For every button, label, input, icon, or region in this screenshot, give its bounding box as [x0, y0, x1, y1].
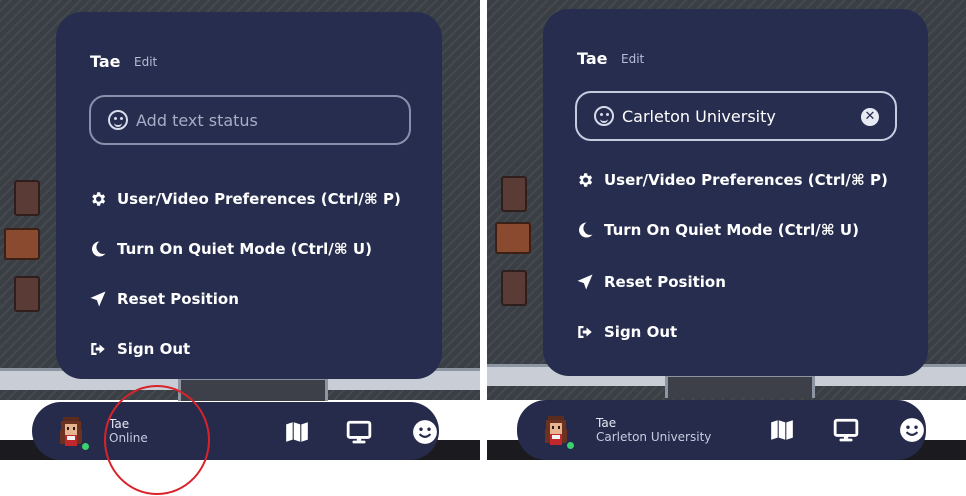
highlight-circle	[104, 385, 210, 495]
emoji-icon[interactable]	[412, 419, 438, 445]
menu-item-label: Sign Out	[604, 323, 678, 341]
left-screenshot-panel: Tae Edit User/Video Preferences (Ctrl/⌘ …	[0, 0, 480, 496]
table	[665, 374, 815, 398]
text-status-input[interactable]	[136, 109, 366, 131]
chair	[501, 270, 527, 306]
menu-item-reset-position[interactable]: Reset Position	[87, 286, 239, 312]
sign-out-icon	[87, 338, 109, 360]
online-indicator	[80, 441, 91, 452]
gear-icon	[574, 169, 596, 191]
bottom-bar: Tae Online	[32, 402, 439, 460]
chair	[14, 276, 40, 312]
menu-item-quiet-mode[interactable]: Turn On Quiet Mode (Ctrl/⌘ U)	[574, 217, 859, 243]
menu-item-label: User/Video Preferences (Ctrl/⌘ P)	[604, 171, 888, 189]
chair	[501, 176, 527, 212]
smile-icon[interactable]	[594, 106, 614, 126]
sign-out-icon	[574, 321, 596, 343]
right-screenshot-panel: Tae Edit ✕ User/Video Preferences (Ctrl/…	[487, 0, 966, 496]
gear-icon	[87, 188, 109, 210]
smile-icon[interactable]	[108, 110, 128, 130]
text-status-field[interactable]	[89, 95, 411, 145]
location-arrow-icon	[574, 271, 596, 293]
menu-item-label: Turn On Quiet Mode (Ctrl/⌘ U)	[604, 221, 859, 239]
table	[178, 377, 328, 401]
user-menu: Tae Edit ✕ User/Video Preferences (Ctrl/…	[543, 9, 928, 376]
user-name: Tae	[90, 52, 121, 71]
bar-user-status[interactable]: Carleton University	[596, 430, 711, 444]
desk	[4, 228, 40, 260]
location-arrow-icon	[87, 288, 109, 310]
screen-share-icon[interactable]	[346, 419, 372, 445]
online-indicator	[565, 440, 576, 451]
map-icon[interactable]	[769, 417, 795, 443]
user-menu: Tae Edit User/Video Preferences (Ctrl/⌘ …	[56, 12, 442, 379]
edit-name-link[interactable]: Edit	[134, 55, 157, 69]
menu-item-quiet-mode[interactable]: Turn On Quiet Mode (Ctrl/⌘ U)	[87, 236, 372, 262]
emoji-icon[interactable]	[899, 417, 925, 443]
menu-item-sign-out[interactable]: Sign Out	[574, 319, 677, 345]
edit-name-link[interactable]: Edit	[621, 52, 644, 66]
menu-item-label: Reset Position	[604, 273, 726, 291]
menu-item-preferences[interactable]: User/Video Preferences (Ctrl/⌘ P)	[87, 186, 401, 212]
text-status-field[interactable]: ✕	[575, 91, 897, 141]
moon-icon	[87, 238, 109, 260]
menu-item-label: Turn On Quiet Mode (Ctrl/⌘ U)	[117, 240, 372, 258]
chair	[14, 180, 40, 216]
menu-item-label: Sign Out	[117, 340, 191, 358]
menu-item-label: Reset Position	[117, 290, 239, 308]
menu-item-preferences[interactable]: User/Video Preferences (Ctrl/⌘ P)	[574, 167, 888, 193]
menu-item-label: User/Video Preferences (Ctrl/⌘ P)	[117, 190, 401, 208]
clear-status-icon[interactable]: ✕	[861, 108, 879, 126]
user-name: Tae	[577, 49, 608, 68]
moon-icon	[574, 219, 596, 241]
bottom-bar: Tae Carleton University	[517, 400, 926, 460]
menu-item-reset-position[interactable]: Reset Position	[574, 269, 726, 295]
bar-user-name[interactable]: Tae	[596, 416, 616, 430]
menu-item-sign-out[interactable]: Sign Out	[87, 336, 190, 362]
screen-share-icon[interactable]	[833, 417, 859, 443]
map-icon[interactable]	[284, 419, 310, 445]
desk	[495, 222, 531, 254]
text-status-input[interactable]	[622, 105, 852, 127]
